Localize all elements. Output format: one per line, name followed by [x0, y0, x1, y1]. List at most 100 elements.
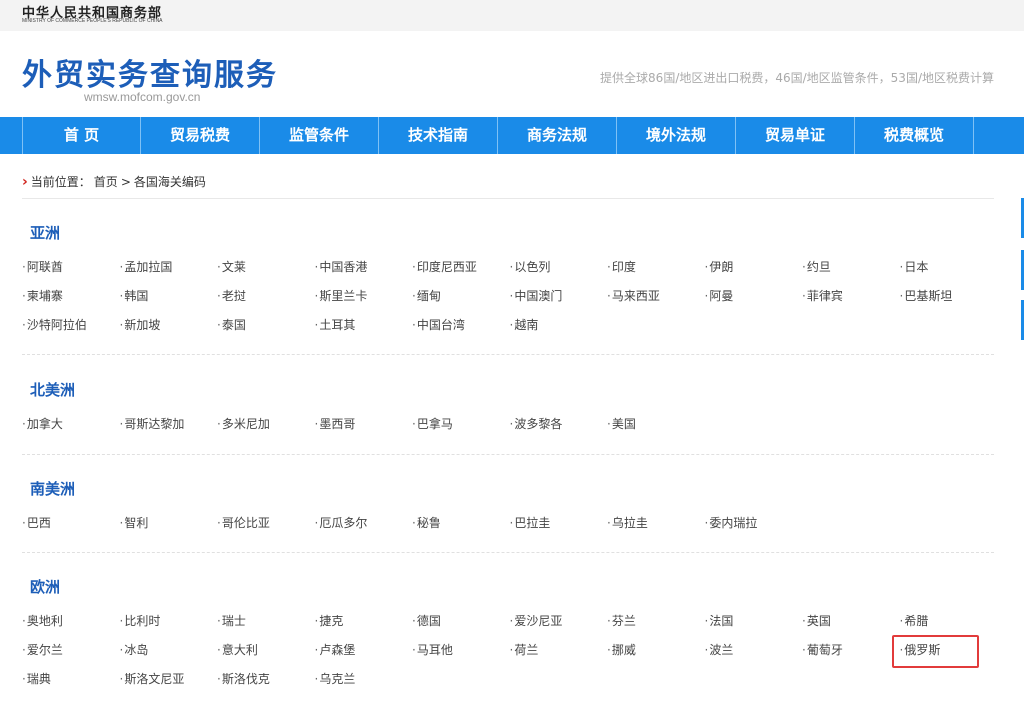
bullet: ·: [412, 318, 416, 332]
region-title: 南美洲: [30, 480, 76, 498]
country-link[interactable]: ·中国香港: [315, 257, 413, 286]
country-link[interactable]: ·波兰: [705, 640, 803, 669]
country-link[interactable]: ·孟加拉国: [120, 257, 218, 286]
country-name: 波多黎各: [514, 417, 563, 431]
country-link[interactable]: ·瑞典: [22, 669, 120, 698]
country-link[interactable]: ·墨西哥: [315, 414, 413, 443]
country-name: 韩国: [124, 289, 149, 303]
bullet: ·: [412, 289, 416, 303]
country-link[interactable]: ·捷克: [315, 611, 413, 640]
country-link[interactable]: ·老挝: [217, 286, 315, 315]
country-link[interactable]: ·奥地利: [22, 611, 120, 640]
country-link[interactable]: ·以色列: [510, 257, 608, 286]
nav-item-home[interactable]: 首 页: [22, 117, 141, 154]
country-link[interactable]: ·土耳其: [315, 315, 413, 344]
bullet: ·: [704, 643, 709, 657]
country-link[interactable]: ·韩国: [120, 286, 218, 315]
country-link[interactable]: ·巴基斯坦: [900, 286, 998, 315]
country-link[interactable]: ·德国: [412, 611, 510, 640]
country-link[interactable]: ·多米尼加: [217, 414, 315, 443]
country-link[interactable]: ·美国: [607, 414, 705, 443]
country-link[interactable]: ·文莱: [217, 257, 315, 286]
bullet: ·: [509, 318, 514, 332]
country-link[interactable]: ·荷兰: [510, 640, 608, 669]
country-name: 德国: [416, 614, 441, 628]
country-link[interactable]: ·马来西亚: [607, 286, 705, 315]
country-link[interactable]: ·法国: [705, 611, 803, 640]
country-link[interactable]: ·巴拿马: [412, 414, 510, 443]
country-link[interactable]: ·泰国: [217, 315, 315, 344]
country-name: 巴基斯坦: [904, 289, 953, 303]
country-link[interactable]: ·中国澳门: [510, 286, 608, 315]
site-title[interactable]: 外贸实务查询服务: [22, 50, 278, 94]
country-link[interactable]: ·巴西: [22, 513, 120, 542]
country-link[interactable]: ·瑞士: [217, 611, 315, 640]
country-name: 加拿大: [26, 417, 63, 431]
country-link[interactable]: ·哥伦比亚: [217, 513, 315, 542]
country-link[interactable]: ·巴拉圭: [510, 513, 608, 542]
country-link[interactable]: ·乌克兰: [315, 669, 413, 698]
country-name: 哥伦比亚: [221, 516, 270, 530]
top-bar: 中华人民共和国商务部 MINISTRY OF COMMERCE PEOPLE'S…: [0, 0, 1024, 31]
country-link[interactable]: ·中国台湾: [412, 315, 510, 344]
country-link[interactable]: ·冰岛: [120, 640, 218, 669]
country-link[interactable]: ·阿联酋: [22, 257, 120, 286]
country-link[interactable]: ·秘鲁: [412, 513, 510, 542]
country-link[interactable]: ·英国: [802, 611, 900, 640]
country-link[interactable]: ·约旦: [802, 257, 900, 286]
nav-item-foreign-law[interactable]: 境外法规: [617, 117, 736, 154]
country-link[interactable]: ·越南: [510, 315, 608, 344]
country-link[interactable]: ·哥斯达黎加: [120, 414, 218, 443]
country-name: 中国澳门: [514, 289, 563, 303]
country-link[interactable]: ·芬兰: [607, 611, 705, 640]
bullet: ·: [607, 260, 611, 274]
nav-item-tech-guide[interactable]: 技术指南: [379, 117, 498, 154]
country-link[interactable]: ·爱尔兰: [22, 640, 120, 669]
country-link[interactable]: ·菲律宾: [802, 286, 900, 315]
country-link[interactable]: ·柬埔寨: [22, 286, 120, 315]
country-link[interactable]: ·斯洛伐克: [217, 669, 315, 698]
nav-item-commerce-law[interactable]: 商务法规: [498, 117, 617, 154]
country-link[interactable]: ·委内瑞拉: [705, 513, 803, 542]
country-name: 希腊: [904, 614, 929, 628]
bullet: ·: [119, 260, 124, 274]
nav-item-regulatory[interactable]: 监管条件: [260, 117, 379, 154]
country-link[interactable]: ·乌拉圭: [607, 513, 705, 542]
bullet: ·: [22, 672, 26, 686]
country-link[interactable]: ·阿曼: [705, 286, 803, 315]
country-link[interactable]: ·意大利: [217, 640, 315, 669]
country-link[interactable]: ·印度尼西亚: [412, 257, 510, 286]
country-link[interactable]: ·智利: [120, 513, 218, 542]
country-link[interactable]: ·葡萄牙: [802, 640, 900, 669]
country-link[interactable]: · 斯里兰卡: [315, 286, 413, 315]
country-link[interactable]: ·爱沙尼亚: [510, 611, 608, 640]
bullet: ·: [22, 516, 26, 530]
bullet: ·: [314, 614, 319, 628]
country-link[interactable]: ·沙特阿拉伯: [22, 315, 120, 344]
country-link[interactable]: ·俄罗斯: [891, 635, 998, 669]
country-name: 厄瓜多尔: [319, 516, 368, 530]
country-link[interactable]: ·波多黎各: [510, 414, 608, 443]
country-link[interactable]: ·日本: [900, 257, 998, 286]
country-name: 文莱: [221, 260, 246, 274]
country-link[interactable]: ·挪威: [607, 640, 705, 669]
country-link[interactable]: ·卢森堡: [315, 640, 413, 669]
nav-item-trade-tax[interactable]: 贸易税费: [141, 117, 260, 154]
country-link[interactable]: ·加拿大: [22, 414, 120, 443]
country-link[interactable]: ·新加坡: [120, 315, 218, 344]
country-link[interactable]: ·伊朗: [705, 257, 803, 286]
country-link[interactable]: ·比利时: [120, 611, 218, 640]
country-link[interactable]: ·缅甸: [412, 286, 510, 315]
nav-item-tax-overview[interactable]: 税费概览: [855, 117, 974, 154]
country-link[interactable]: ·马耳他: [412, 640, 510, 669]
country-link[interactable]: ·印度: [607, 257, 705, 286]
country-link[interactable]: ·厄瓜多尔: [315, 513, 413, 542]
country-name: 斯里兰卡: [319, 289, 368, 303]
nav-item-trade-docs[interactable]: 贸易单证: [736, 117, 855, 154]
country-name: 马来西亚: [611, 289, 660, 303]
breadcrumb-home-link[interactable]: 首页: [94, 173, 118, 190]
section-divider: [22, 454, 994, 455]
country-name: 斯洛伐克: [221, 672, 270, 686]
country-link[interactable]: ·斯洛文尼亚: [120, 669, 218, 698]
country-name: 荷兰: [514, 643, 539, 657]
